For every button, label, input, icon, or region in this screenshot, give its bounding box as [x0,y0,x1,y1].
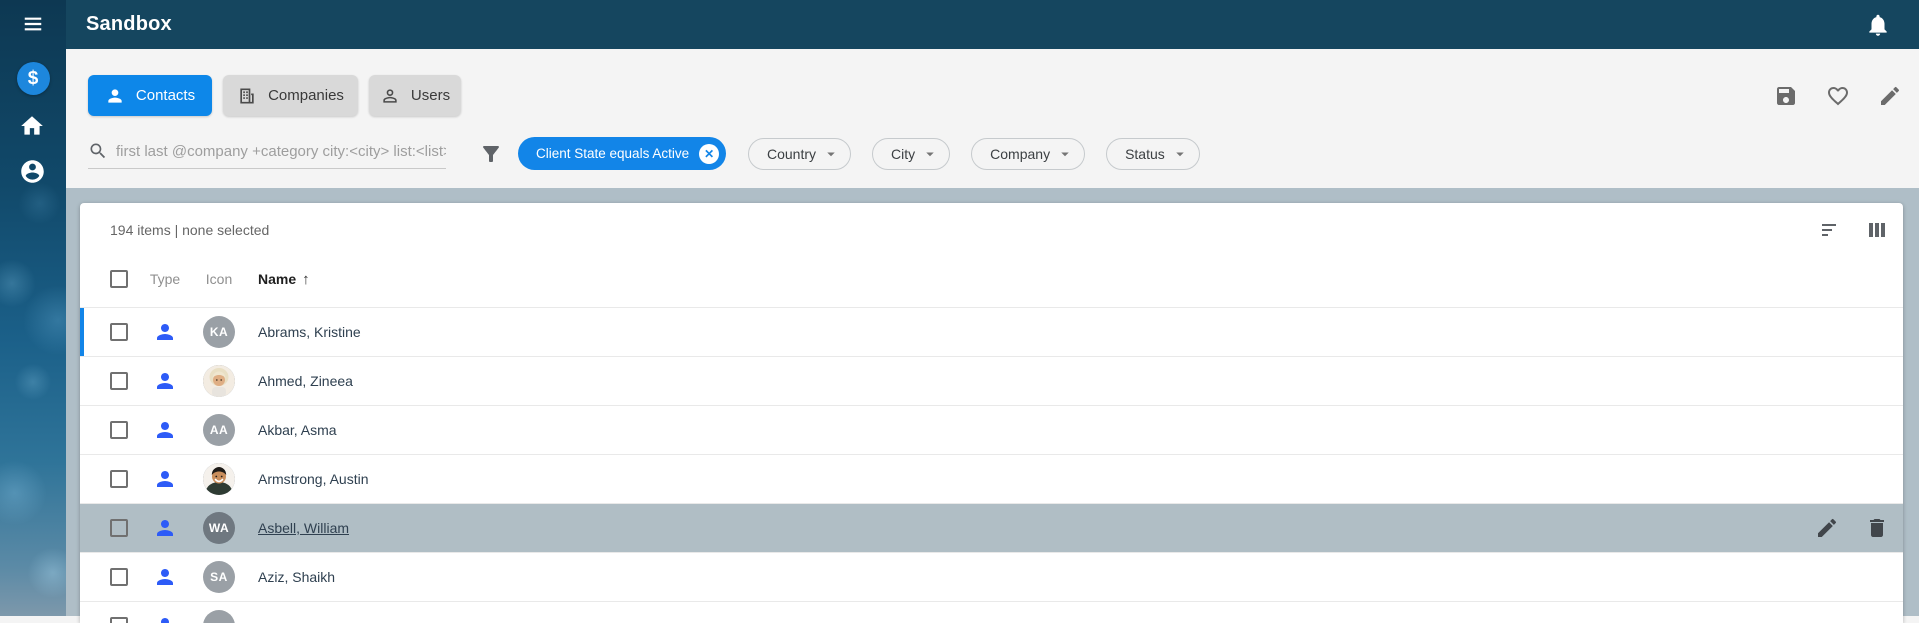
contact-type-icon [153,320,177,344]
country-dropdown[interactable]: Country [748,138,851,170]
contact-type-icon [153,614,177,623]
table-row[interactable]: AA Akbar, Asma [80,405,1903,454]
applied-filter-label: Client State equals Active [536,146,689,161]
table-row-partial[interactable] [80,601,1903,623]
chevron-down-icon [1171,145,1189,163]
edit-view-icon[interactable] [1878,84,1902,108]
table-header: Type Icon Name↑ [80,251,1903,307]
items-summary: 194 items | none selected [110,216,269,238]
delete-icon[interactable] [1865,516,1889,540]
menu-icon[interactable] [20,13,46,35]
search-icon [88,141,108,161]
favorite-icon[interactable] [1826,84,1850,108]
topbar: Sandbox [66,0,1919,49]
contact-type-icon [153,418,177,442]
sort-asc-icon: ↑ [302,271,310,288]
contact-type-icon [153,467,177,491]
avatar: AA [203,414,235,446]
country-dropdown-label: Country [767,146,816,162]
row-checkbox[interactable] [110,421,128,439]
page-title: Sandbox [86,13,172,36]
chevron-down-icon [822,145,840,163]
applied-filter-chip[interactable]: Client State equals Active ✕ [518,137,726,170]
tab-companies[interactable]: Companies [223,75,358,116]
table-row[interactable]: SA Aziz, Shaikh [80,552,1903,601]
chevron-down-icon [1056,145,1074,163]
select-all-checkbox[interactable] [110,270,128,288]
company-dropdown-label: Company [990,146,1050,162]
tab-users[interactable]: Users [369,75,461,116]
filter-icon[interactable] [479,142,503,166]
status-dropdown-label: Status [1125,146,1165,162]
filter-dropdowns: Country City Company Status [748,138,1200,170]
contact-name[interactable]: Ahmed, Zineea [240,373,353,389]
building-icon [237,86,257,106]
contact-name[interactable]: Aziz, Shaikh [240,569,335,585]
sort-icon[interactable] [1819,218,1843,242]
avatar-photo [203,365,235,397]
tab-companies-label: Companies [268,87,344,104]
dollar-icon[interactable]: $ [17,62,50,95]
avatar: SA [203,561,235,593]
table-row[interactable]: KA Abrams, Kristine [80,307,1903,356]
search-box [88,141,446,169]
list-toolbar: 194 items | none selected [80,203,1903,251]
avatar: WA [203,512,235,544]
table-row[interactable]: Armstrong, Austin [80,454,1903,503]
edit-icon[interactable] [1815,516,1839,540]
contact-type-icon [153,516,177,540]
home-icon[interactable] [19,112,47,140]
tab-contacts[interactable]: Contacts [88,75,212,116]
contact-name[interactable]: Abrams, Kristine [240,324,361,340]
company-dropdown[interactable]: Company [971,138,1085,170]
row-checkbox[interactable] [110,323,128,341]
contact-name[interactable]: Armstrong, Austin [240,471,369,487]
city-dropdown[interactable]: City [872,138,950,170]
table-row-selected[interactable]: WA Asbell, William [80,503,1903,552]
save-icon[interactable] [1774,84,1798,108]
table-row[interactable]: Ahmed, Zineea [80,356,1903,405]
dollar-label: $ [28,68,39,90]
results-card: 194 items | none selected Type Icon Name… [80,203,1903,623]
tab-contacts-label: Contacts [136,87,195,104]
sidebar: $ [0,0,66,616]
person-outline-icon [380,86,400,106]
chevron-down-icon [921,145,939,163]
avatar-photo [203,463,235,495]
notifications-icon[interactable] [1865,12,1891,38]
col-icon-label: Icon [198,271,240,287]
city-dropdown-label: City [891,146,915,162]
col-type-label: Type [132,271,198,287]
avatar: KA [203,316,235,348]
tab-users-label: Users [411,87,450,104]
contact-type-icon [153,369,177,393]
person-icon [105,86,125,106]
chip-cancel-icon[interactable]: ✕ [699,144,719,164]
active-row-indicator [80,308,84,356]
search-input[interactable] [116,143,446,160]
row-checkbox[interactable] [110,568,128,586]
contact-type-icon [153,565,177,589]
columns-icon[interactable] [1865,218,1889,242]
contact-name[interactable]: Asbell, William [240,520,349,536]
row-actions [1815,504,1889,552]
row-checkbox[interactable] [110,372,128,390]
view-actions [1774,84,1902,108]
entity-tabs: Contacts Companies Users [88,75,461,116]
avatar [203,610,235,623]
row-checkbox[interactable] [110,617,128,623]
col-name-label[interactable]: Name↑ [240,271,1903,288]
contact-name[interactable]: Akbar, Asma [240,422,337,438]
row-checkbox[interactable] [110,519,128,537]
account-icon[interactable] [19,157,47,185]
status-dropdown[interactable]: Status [1106,138,1200,170]
row-checkbox[interactable] [110,470,128,488]
